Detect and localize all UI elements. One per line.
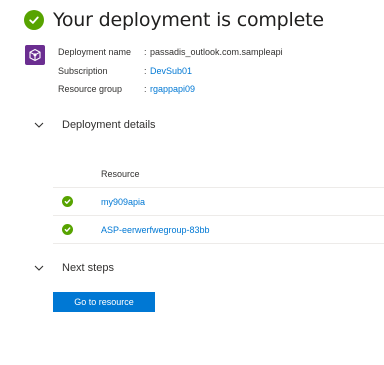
subscription-row: Subscription : DevSub01: [58, 62, 283, 81]
success-check-icon: [62, 224, 73, 235]
table-row: ASP-eerwerfwegroup-83bb: [53, 216, 384, 244]
go-to-resource-button[interactable]: Go to resource: [53, 292, 155, 312]
resource-group-label: Resource group: [58, 84, 123, 95]
subscription-link[interactable]: DevSub01: [150, 66, 192, 76]
cube-icon: [25, 45, 45, 65]
deployment-header: Your deployment is complete: [24, 9, 324, 31]
table-header: Resource: [53, 160, 384, 188]
resource-group-row: Resource group : rgappapi09: [58, 80, 283, 99]
next-steps-toggle[interactable]: Next steps: [34, 262, 114, 274]
resource-group-link[interactable]: rgappapi09: [150, 84, 195, 94]
deployment-overview-page: Your deployment is complete Deployment n…: [0, 0, 384, 365]
chevron-down-icon: [34, 265, 44, 271]
deployment-name-label: Deployment name: [58, 47, 132, 58]
deployment-name-value: passadis_outlook.com.sampleapi: [150, 47, 283, 58]
table-row: my909apia: [53, 188, 384, 216]
page-title: Your deployment is complete: [53, 9, 324, 31]
deployment-details-toggle[interactable]: Deployment details: [34, 119, 156, 131]
next-steps-heading: Next steps: [62, 262, 114, 274]
deployment-info: Deployment name : passadis_outlook.com.s…: [58, 43, 283, 99]
subscription-label: Subscription: [58, 65, 108, 76]
resource-column-header: Resource: [101, 168, 140, 179]
resource-link[interactable]: my909apia: [101, 197, 145, 207]
chevron-down-icon: [34, 122, 44, 128]
deployment-details-heading: Deployment details: [62, 119, 156, 131]
success-check-icon: [62, 196, 73, 207]
resource-link[interactable]: ASP-eerwerfwegroup-83bb: [101, 225, 210, 235]
deployment-name-row: Deployment name : passadis_outlook.com.s…: [58, 43, 283, 62]
resources-table: Resource my909apia ASP-eerwerfwegroup-83…: [53, 160, 384, 244]
success-check-icon: [24, 10, 44, 30]
